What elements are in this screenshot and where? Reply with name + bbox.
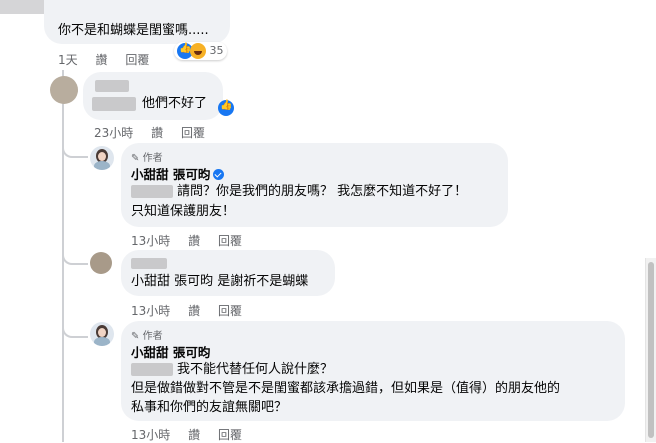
avatar[interactable] [90,252,112,274]
commenter-name-redacted[interactable] [131,258,167,269]
thread-connector [62,318,88,338]
comment-text-line: 但是做錯做對不管是不是閨蜜都該承擔過錯，但如果是（值得）的朋友他的 [131,381,561,396]
commenter-name[interactable]: 小甜甜 張可昀 [131,342,210,361]
mentioned-name-redacted [131,363,173,376]
comment-text-line: 只知道保護朋友！ [131,204,236,219]
reply-button[interactable]: 回覆 [181,126,205,140]
like-button[interactable]: 讚 [188,428,200,442]
like-button[interactable]: 讚 [95,53,107,67]
reply-button[interactable]: 回覆 [218,304,242,318]
thread-connector [62,138,88,158]
verified-badge-icon [213,169,225,180]
like-button[interactable]: 讚 [188,234,200,248]
reply-button[interactable]: 回覆 [125,53,149,67]
scrollbar-thumb[interactable] [648,262,654,438]
comment-time[interactable]: 13小時 [131,428,170,442]
comment-time[interactable]: 23小時 [94,126,133,140]
avatar[interactable] [50,76,78,104]
mentioned-name-redacted [131,185,173,198]
comment-text: 小甜甜 張可昀 是謝祈不是蝴蝶 [131,274,309,289]
author-badge: ✎ 作者 [131,153,163,164]
pencil-icon: ✎ [131,153,140,164]
haha-reaction-icon [190,43,206,59]
scrollbar[interactable] [645,258,656,442]
comment-text-line: 私事和你們的友誼無關吧？ [131,400,288,415]
author-badge: ✎ 作者 [131,331,163,342]
like-button[interactable]: 讚 [151,126,163,140]
comment-meta: 1天 讚 回覆 [58,51,163,68]
comment-time[interactable]: 13小時 [131,234,170,248]
reply-button[interactable]: 回覆 [218,234,242,248]
pencil-icon: ✎ [131,331,140,342]
author-avatar[interactable] [90,322,114,346]
reaction-summary[interactable]: 35 [174,42,227,60]
comment-time[interactable]: 1天 [58,53,78,67]
comment-meta: 23小時 讚 回覆 [94,124,219,141]
like-reaction-icon [218,99,234,116]
reaction-count: 35 [209,44,224,57]
thread-connector [62,245,88,265]
comment-text-line: 請問？你是我們的朋友嗎？ 我怎麼不知道不好了！ [177,184,468,199]
comment-time[interactable]: 13小時 [131,304,170,318]
comment-meta: 13小時 讚 回覆 [131,426,256,443]
comment-meta: 13小時 讚 回覆 [131,302,256,319]
commenter-name-redacted[interactable] [95,80,129,92]
like-button[interactable]: 讚 [188,304,200,318]
comment-text: 你不是和蝴蝶是閨蜜嗎..... [58,23,209,38]
reply-button[interactable]: 回覆 [218,428,242,442]
author-avatar[interactable] [90,146,114,170]
commenter-name[interactable]: 小甜甜 張可昀 [131,164,225,183]
like-reaction[interactable] [218,97,234,116]
comment-text: 他們不好了 [142,96,208,111]
comment-meta: 13小時 讚 回覆 [131,232,256,249]
comment-text-line: 我不能代替任何人說什麼？ [177,362,334,377]
mentioned-name-redacted [92,97,136,111]
